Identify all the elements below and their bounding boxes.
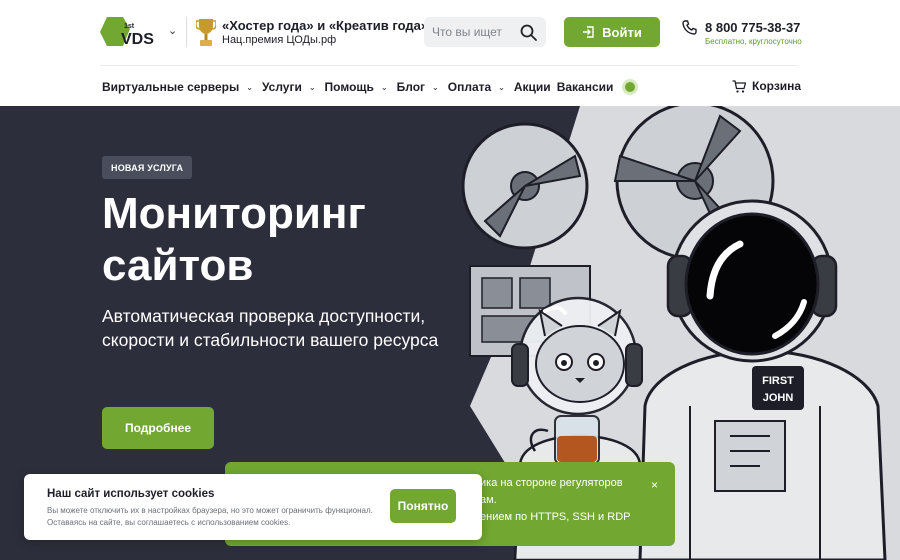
login-label: Войти (602, 24, 642, 40)
nav-label: Виртуальные серверы (102, 80, 240, 94)
cookie-text: Вы можете отключить их в настройках брау… (47, 506, 373, 527)
logo[interactable]: VDS 1st (100, 16, 162, 48)
search-input[interactable] (432, 17, 518, 47)
logo-sup: 1st (124, 23, 135, 30)
more-button[interactable]: Подробнее (102, 407, 214, 449)
main-nav: Виртуальные серверы ⌄ Услуги ⌄ Помощь ⌄ Бло… (102, 79, 636, 95)
chevron-down-icon: ⌄ (498, 82, 505, 92)
nav-label: Блог (396, 80, 426, 94)
notice-line: ением по HTTPS, SSH и RDP (480, 511, 631, 523)
phone-icon (682, 20, 697, 35)
header-divider (100, 65, 798, 66)
nav-item-services[interactable]: Услуги ⌄ (262, 80, 316, 94)
notice-line: ика на стороне регуляторов (480, 477, 623, 489)
nav-item-servers[interactable]: Виртуальные серверы ⌄ (102, 80, 253, 94)
new-service-badge: НОВАЯ УСЛУГА (102, 156, 193, 179)
cart-label: Корзина (752, 79, 802, 93)
cookie-title: Наш сайт использует cookies (47, 488, 215, 500)
trophy-icon (196, 19, 216, 46)
phone-note: Бесплатно, круглосуточно (705, 37, 802, 46)
chevron-down-icon: ⌄ (246, 82, 253, 92)
chevron-down-icon: ⌄ (380, 82, 388, 92)
nav-item-blog[interactable]: Блог ⌄ (397, 80, 439, 94)
notice-text: ика на стороне регуляторов ам. ением по … (480, 475, 650, 526)
logo-brand: VDS (121, 31, 154, 48)
chevron-down-icon[interactable]: ⌄ (168, 24, 177, 37)
cart-button[interactable]: Корзина (732, 79, 801, 93)
award-title: «Хостер года» и «Креатив года» (222, 18, 429, 33)
hero-title: Мониторинг сайтов (102, 189, 366, 290)
nav-label: Помощь (324, 80, 374, 94)
search-icon[interactable] (520, 24, 537, 41)
divider (186, 17, 187, 47)
nav-label: Акции (513, 80, 551, 94)
status-dot (625, 82, 636, 92)
chevron-down-icon: ⌄ (308, 82, 316, 92)
cookie-accept-button[interactable]: Понятно (390, 489, 456, 523)
phone-number[interactable]: 8 800 775-38-37 (705, 20, 800, 35)
nav-item-vacancies[interactable]: Вакансии (557, 80, 614, 94)
search-box (424, 17, 546, 47)
svg-text:FIRST: FIRST (762, 375, 794, 387)
login-button[interactable]: Войти (564, 17, 660, 47)
close-icon[interactable]: × (651, 478, 658, 492)
cookie-banner: Наш сайт использует cookies Вы можете от… (24, 474, 482, 540)
cart-icon (732, 79, 746, 93)
award-subtitle: Нац.премия ЦОДы.рф (222, 34, 337, 46)
nav-label: Оплата (447, 80, 492, 94)
nav-label: Вакансии (556, 80, 614, 94)
login-icon (583, 26, 594, 38)
chevron-down-icon: ⌄ (432, 82, 439, 92)
svg-text:JOHN: JOHN (763, 392, 794, 404)
nav-label: Услуги (261, 80, 302, 94)
nav-item-help[interactable]: Помощь ⌄ (325, 80, 388, 94)
hero-subtitle: Автоматическая проверка доступности, ско… (102, 306, 439, 350)
notice-line: ам. (480, 494, 497, 506)
site-header: VDS 1st ⌄ «Хостер года» и «Креатив года»… (0, 0, 900, 106)
nav-item-promos[interactable]: Акции (514, 80, 551, 94)
nav-item-payment[interactable]: Оплата ⌄ (448, 80, 505, 94)
